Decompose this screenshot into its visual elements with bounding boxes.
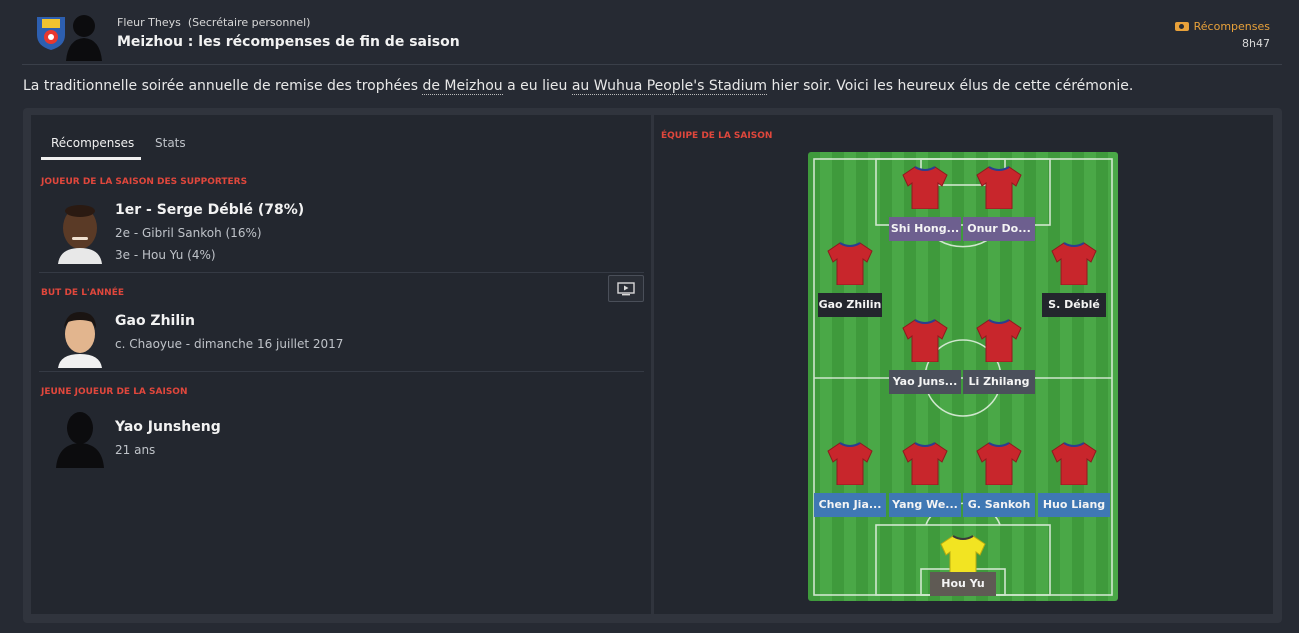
awards-panel	[31, 115, 651, 614]
player-photo-silhouette[interactable]	[52, 406, 108, 468]
red-shirt-icon	[902, 319, 948, 362]
message-subject: Meizhou : les récompenses de fin de sais…	[117, 34, 460, 50]
fans-player-label: Joueur de la saison des supporters	[41, 177, 248, 187]
ticket-icon	[1174, 22, 1189, 31]
video-icon	[617, 281, 635, 295]
player-label: Onur Do...	[963, 217, 1035, 241]
tab-stats[interactable]: Stats	[155, 136, 186, 150]
tag-label: Récompenses	[1193, 20, 1270, 33]
player-defender-1[interactable]: Chen Jia...	[812, 441, 888, 521]
red-shirt-icon	[902, 442, 948, 485]
player-label: Hou Yu	[930, 572, 996, 596]
intro-text: La traditionnelle soirée annuelle de rem…	[23, 78, 423, 94]
watch-goal-button[interactable]	[608, 275, 644, 302]
goal-of-year-detail[interactable]: c. Chaoyue - dimanche 16 juillet 2017	[115, 337, 343, 351]
player-label: Li Zhilang	[963, 370, 1035, 394]
young-player-name[interactable]: Yao Junsheng	[115, 419, 221, 435]
fans-player-first[interactable]: 1er - Serge Déblé (78%)	[115, 202, 304, 218]
player-label: Huo Liang	[1038, 493, 1110, 517]
red-shirt-icon	[976, 166, 1022, 209]
player-label: Yang We...	[889, 493, 961, 517]
goal-of-year-player[interactable]: Gao Zhilin	[115, 313, 195, 329]
player-midfield-1[interactable]: Yao Juns...	[887, 318, 963, 398]
active-tab-indicator	[41, 157, 141, 160]
player-right-wing[interactable]: S. Déblé	[1036, 241, 1112, 321]
player-left-wing[interactable]: Gao Zhilin	[812, 241, 888, 321]
young-player-label: Jeune joueur de la saison	[41, 387, 188, 397]
message-time: 8h47	[1242, 37, 1270, 50]
player-goalkeeper[interactable]: Hou Yu	[925, 534, 1001, 598]
section-divider	[39, 371, 644, 372]
player-label: Gao Zhilin	[818, 293, 882, 317]
section-divider	[39, 272, 644, 273]
intro-text: hier soir. Voici les heureux élus de cet…	[767, 78, 1134, 94]
tab-awards[interactable]: Récompenses	[51, 136, 134, 150]
red-shirt-icon	[1051, 442, 1097, 485]
player-photo-serge-deble[interactable]	[52, 202, 108, 264]
club-link[interactable]: de Meizhou	[422, 78, 503, 95]
goal-of-year-label: But de l'année	[41, 288, 125, 298]
player-forward-2[interactable]: Onur Do...	[961, 165, 1037, 245]
red-shirt-icon	[902, 166, 948, 209]
red-shirt-icon	[1051, 242, 1097, 285]
message-body: La traditionnelle soirée annuelle de rem…	[23, 78, 1134, 95]
player-label: Shi Hong...	[889, 217, 961, 241]
category-tag[interactable]: Récompenses	[1174, 20, 1270, 33]
red-shirt-icon	[827, 242, 873, 285]
sender: Fleur Theys (Secrétaire personnel)	[117, 16, 310, 29]
intro-text: a eu lieu	[502, 78, 572, 94]
player-label: Yao Juns...	[889, 370, 961, 394]
stadium-link[interactable]: au Wuhua People's Stadium	[571, 78, 768, 95]
player-defender-3[interactable]: G. Sankoh	[961, 441, 1037, 521]
young-player-age: 21 ans	[115, 443, 156, 457]
player-label: Chen Jia...	[814, 493, 886, 517]
sender-name: Fleur Theys	[117, 16, 181, 29]
player-label: S. Déblé	[1042, 293, 1106, 317]
red-shirt-icon	[827, 442, 873, 485]
fans-player-second[interactable]: 2e - Gibril Sankoh (16%)	[115, 226, 262, 240]
sender-role: (Secrétaire personnel)	[187, 16, 311, 29]
player-photo-gao-zhilin[interactable]	[52, 306, 108, 368]
player-forward-1[interactable]: Shi Hong...	[887, 165, 963, 245]
red-shirt-icon	[976, 319, 1022, 362]
sender-avatar	[66, 15, 102, 61]
player-defender-4[interactable]: Huo Liang	[1036, 441, 1112, 521]
team-of-season-label: Équipe de la saison	[661, 131, 773, 141]
red-shirt-icon	[976, 442, 1022, 485]
player-label: G. Sankoh	[963, 493, 1035, 517]
player-defender-2[interactable]: Yang We...	[887, 441, 963, 521]
message-header: Fleur Theys (Secrétaire personnel) Meizh…	[0, 0, 1299, 64]
player-midfield-2[interactable]: Li Zhilang	[961, 318, 1037, 398]
header-divider	[22, 64, 1282, 65]
fans-player-third[interactable]: 3e - Hou Yu (4%)	[115, 248, 216, 262]
